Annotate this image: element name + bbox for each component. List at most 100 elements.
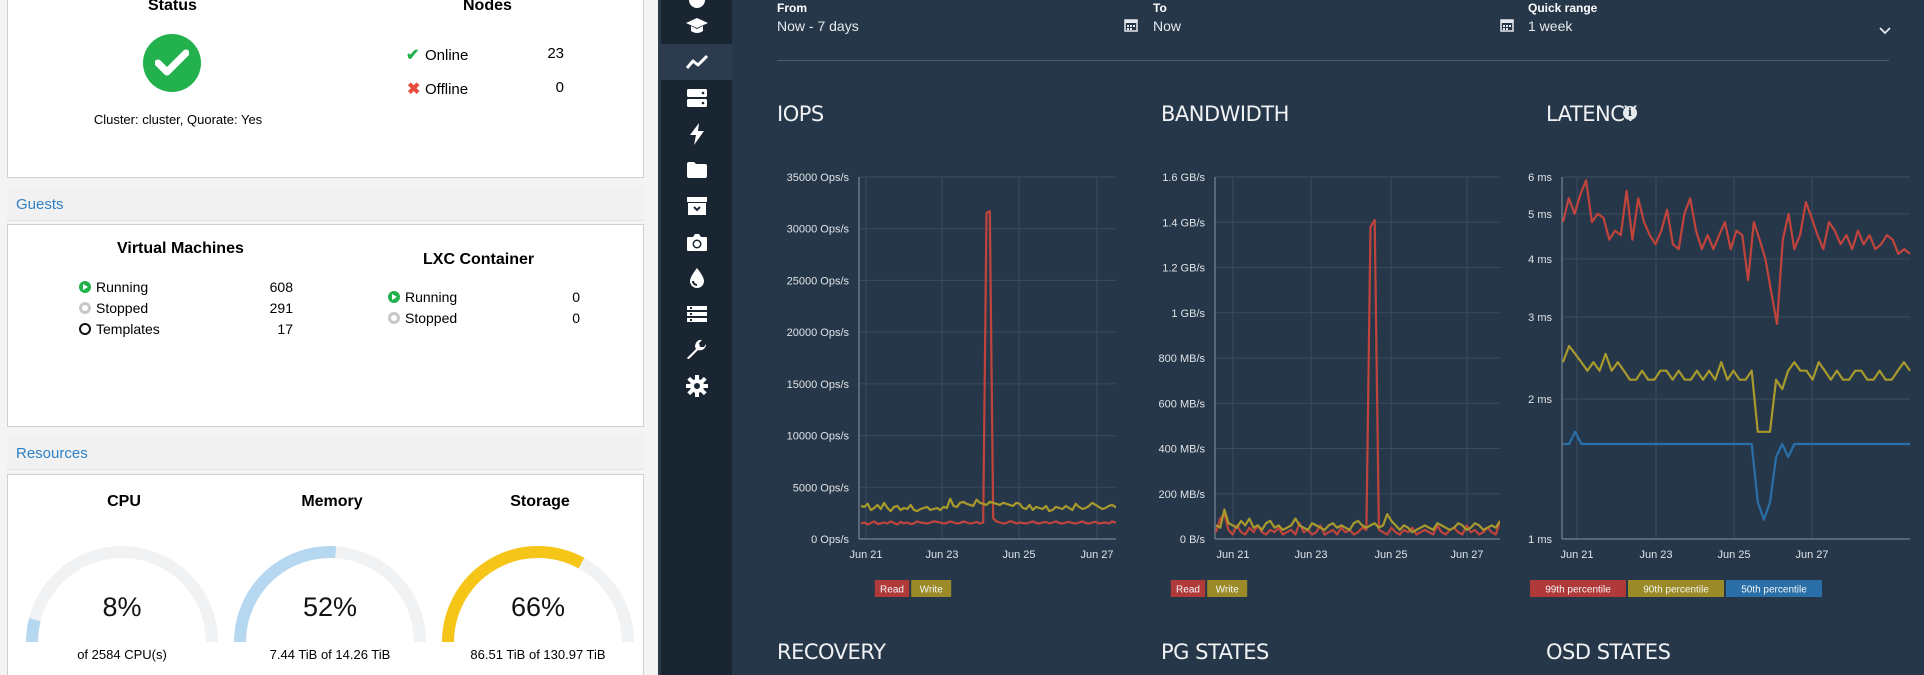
online-check-icon: ✔ <box>406 47 420 64</box>
server-icon[interactable] <box>661 80 732 116</box>
chevron-down-icon[interactable] <box>1879 22 1891 40</box>
y-tick-label: 10000 Ops/s <box>787 431 850 443</box>
vm-templates-icon <box>79 323 91 335</box>
legend-label[interactable]: Write <box>920 585 944 596</box>
x-tick-label: Jun 23 <box>1294 549 1327 561</box>
y-tick-label: 4 ms <box>1528 254 1552 266</box>
status-title: Status <box>148 0 197 14</box>
tint-icon[interactable] <box>661 260 732 296</box>
x-tick-label: Jun 21 <box>1560 549 1593 561</box>
guests-header[interactable]: Guests <box>7 187 644 221</box>
online-count: 23 <box>547 45 564 62</box>
x-tick-label: Jun 21 <box>849 549 882 561</box>
legend-label[interactable]: 50th percentile <box>1741 585 1807 596</box>
lxc-title: LXC Container <box>423 251 535 268</box>
x-tick-label: Jun 27 <box>1795 549 1828 561</box>
graduation-cap-icon[interactable] <box>661 8 732 44</box>
y-tick-label: 5000 Ops/s <box>793 482 850 494</box>
storage-label: Storage <box>510 493 570 510</box>
vm-running-label: Running <box>96 279 149 295</box>
bandwidth-title: BANDWIDTH <box>1161 102 1289 126</box>
health-panel: Status Cluster: cluster, Quorate: Yes No… <box>7 0 644 178</box>
vm-running-count: 608 <box>269 279 293 295</box>
y-tick-label: 15000 Ops/s <box>787 379 850 391</box>
osd-states-title: OSD STATES <box>1546 640 1671 664</box>
memory-value: 52% <box>302 592 358 622</box>
latency-chart: 1 ms 2 ms 3 ms 4 ms 5 ms 6 ms Jun 21 Jun 23 Jun … <box>1528 172 1911 597</box>
y-tick-label: 1.2 GB/s <box>1162 263 1205 275</box>
wrench-icon[interactable] <box>661 332 732 368</box>
bolt-icon[interactable] <box>661 116 732 152</box>
archive-icon[interactable] <box>661 188 732 224</box>
from-label: From <box>777 1 807 15</box>
gear-icon[interactable] <box>661 368 732 404</box>
legend-label[interactable]: Read <box>1176 585 1200 596</box>
x-tick-label: Jun 21 <box>1216 549 1249 561</box>
vm-stopped-icon <box>79 302 91 314</box>
vm-title: Virtual Machines <box>117 240 244 257</box>
bandwidth-chart: 0 B/s 200 MB/s 400 MB/s 600 MB/s 800 MB/s 1 G… <box>1159 172 1500 597</box>
chart-line-icon[interactable] <box>661 44 732 80</box>
x-tick-label: Jun 25 <box>1002 549 1035 561</box>
datacenter-summary-panel: Status Cluster: cluster, Quorate: Yes No… <box>0 0 658 675</box>
folder-icon[interactable] <box>661 152 732 188</box>
lxc-stopped-label: Stopped <box>405 310 458 326</box>
iops-chart: 0 Ops/s 5000 Ops/s 10000 Ops/s 15000 Ops/s 2… <box>787 172 1116 597</box>
from-calendar-icon[interactable] <box>1124 18 1138 37</box>
legend-label[interactable]: Write <box>1216 585 1240 596</box>
x-tick-label: Jun 25 <box>1717 549 1750 561</box>
resources-header[interactable]: Resources <box>7 436 644 470</box>
lxc-stopped-icon <box>388 312 400 324</box>
legend-label[interactable]: Read <box>880 585 904 596</box>
timerange-divider <box>777 60 1889 61</box>
offline-count: 0 <box>555 79 564 96</box>
series-line-50th-percentile <box>1563 430 1910 521</box>
offline-label: Offline <box>425 81 469 98</box>
lxc-running-count: 0 <box>572 289 580 305</box>
iops-title: IOPS <box>777 102 824 126</box>
quick-range-select[interactable]: 1 week <box>1528 18 1828 34</box>
x-tick-label: Jun 23 <box>1639 549 1672 561</box>
list-icon[interactable] <box>661 296 732 332</box>
lxc-stopped-count: 0 <box>572 310 580 326</box>
cpu-label: CPU <box>107 493 141 510</box>
y-tick-label: 1.4 GB/s <box>1162 217 1205 229</box>
info-icon[interactable]: i <box>1623 106 1637 120</box>
y-tick-label: 2 ms <box>1528 394 1552 406</box>
resources-panel: CPU 8% of 2584 CPU(s) Memory 52% 7.44 Ti… <box>7 474 644 675</box>
x-tick-label: Jun 27 <box>1080 549 1113 561</box>
storage-detail: 86.51 TiB of 130.97 TiB <box>470 647 606 662</box>
series-line-read <box>860 209 1116 526</box>
pg-states-title: PG STATES <box>1161 640 1269 664</box>
y-tick-label: 1.6 GB/s <box>1162 172 1205 184</box>
status-ok-icon <box>143 34 201 92</box>
x-tick-label: Jun 27 <box>1450 549 1483 561</box>
quick-range-label: Quick range <box>1528 1 1598 15</box>
recovery-title: RECOVERY <box>777 640 886 664</box>
y-tick-label: 25000 Ops/s <box>787 275 850 287</box>
nodes-title: Nodes <box>463 0 512 14</box>
resources-header-title: Resources <box>16 445 88 462</box>
memory-detail: 7.44 TiB of 14.26 TiB <box>269 647 391 662</box>
to-calendar-icon[interactable] <box>1500 18 1514 37</box>
vm-templates-count: 17 <box>277 321 293 337</box>
series-line-90th-percentile <box>1561 344 1911 433</box>
y-tick-label: 30000 Ops/s <box>787 224 850 236</box>
series-line-99th-percentile <box>1561 179 1911 325</box>
offline-x-icon: ✖ <box>407 81 421 98</box>
y-tick-label: 400 MB/s <box>1159 444 1206 456</box>
series-line-write <box>860 497 1116 513</box>
vm-templates-label: Templates <box>96 321 160 337</box>
y-tick-label: 6 ms <box>1528 172 1552 184</box>
y-tick-label: 0 Ops/s <box>811 534 849 546</box>
to-input[interactable]: Now <box>1153 18 1503 34</box>
ceph-sidebar <box>658 0 732 675</box>
legend-label[interactable]: 99th percentile <box>1545 585 1611 596</box>
cluster-quorum-text: Cluster: cluster, Quorate: Yes <box>93 112 263 127</box>
from-input[interactable]: Now - 7 days <box>777 18 1127 34</box>
legend-label[interactable]: 90th percentile <box>1643 585 1709 596</box>
camera-icon[interactable] <box>661 224 732 260</box>
y-tick-label: 1 GB/s <box>1171 308 1205 320</box>
online-label: Online <box>425 47 469 64</box>
guests-header-title: Guests <box>16 196 64 213</box>
